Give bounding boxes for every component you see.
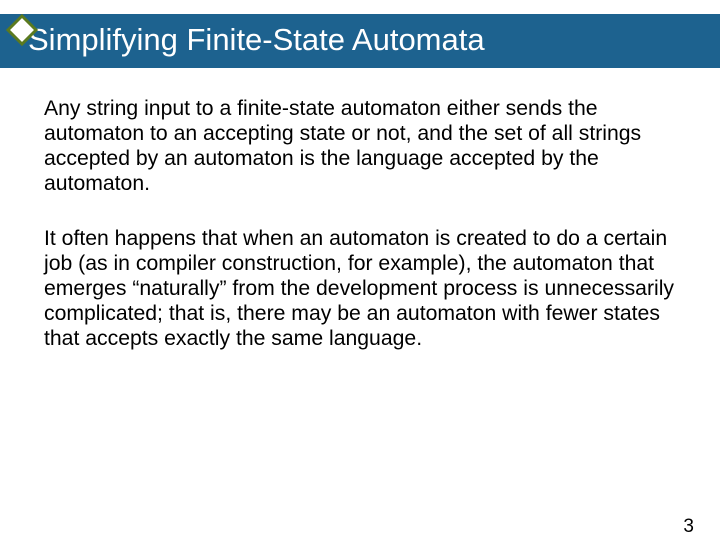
bullet-diamond-icon bbox=[6, 14, 38, 46]
body-content: Any string input to a finite-state autom… bbox=[0, 68, 720, 351]
slide-title: Simplifying Finite-State Automata bbox=[28, 22, 485, 57]
paragraph-1: Any string input to a finite-state autom… bbox=[44, 96, 680, 196]
page-number: 3 bbox=[683, 516, 694, 538]
paragraph-2: It often happens that when an automaton … bbox=[44, 226, 680, 351]
title-bar: Simplifying Finite-State Automata bbox=[0, 14, 720, 68]
